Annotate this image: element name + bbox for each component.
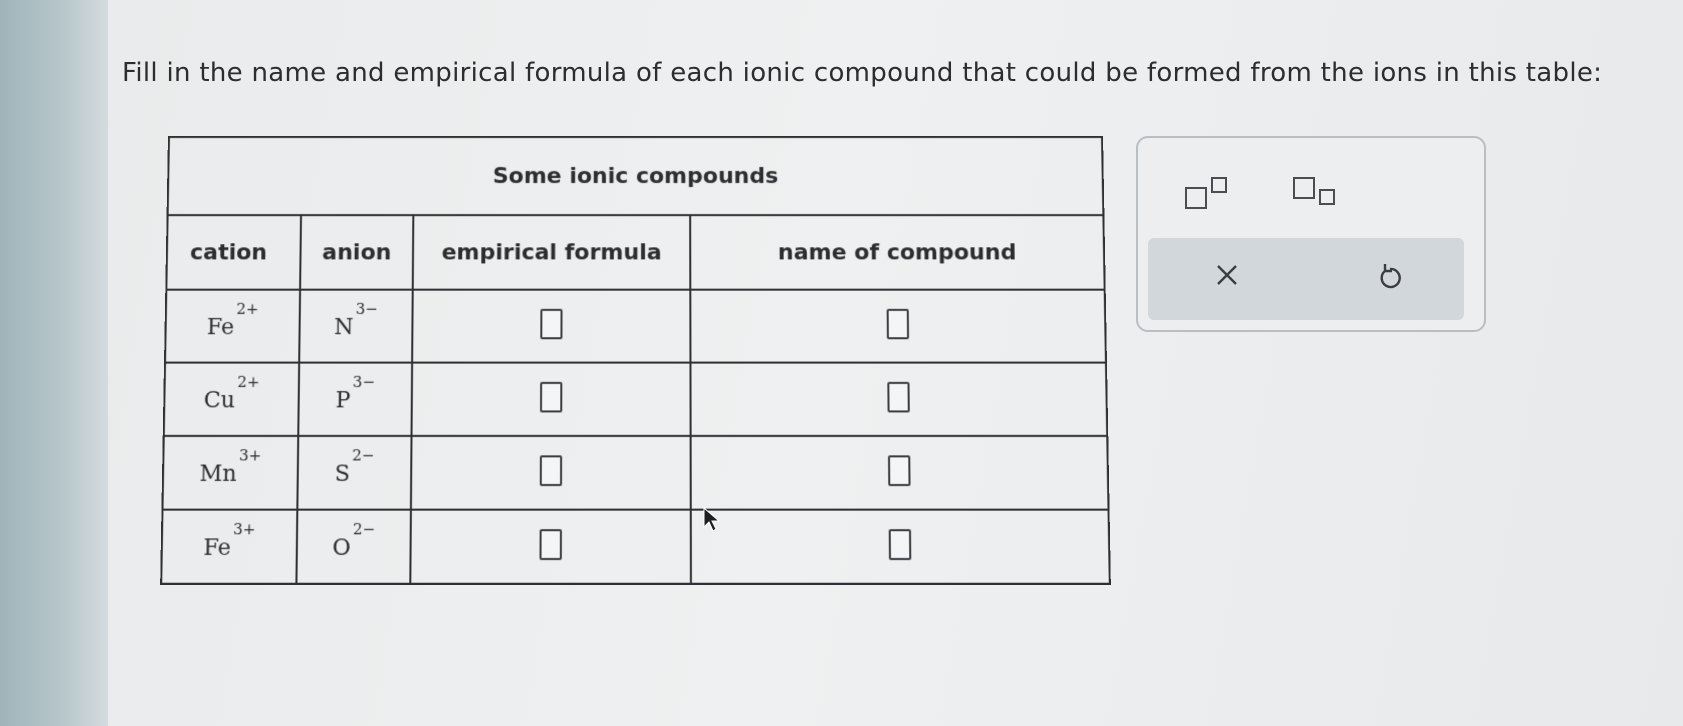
anion-cell: O2−: [296, 509, 411, 584]
superscript-box-icon[interactable]: [1184, 176, 1230, 214]
anion-symbol: N: [334, 315, 354, 341]
table-title: Some ionic compounds: [167, 136, 1104, 216]
compound-name-input[interactable]: [887, 381, 910, 413]
anion-charge: 2−: [352, 445, 375, 465]
palette-top: [1138, 138, 1484, 246]
formula-cell: [410, 509, 691, 584]
compound-name-input[interactable]: [886, 308, 910, 340]
name-cell: [690, 435, 1109, 510]
close-icon[interactable]: [1214, 262, 1240, 292]
undo-icon[interactable]: [1376, 262, 1404, 296]
anion-ion: S2−: [334, 446, 374, 488]
anion-cell: S2−: [297, 435, 412, 510]
header-name-of-compound: name of compound: [690, 215, 1105, 290]
anion-ion: N3−: [334, 300, 378, 341]
anion-cell: P3−: [298, 362, 413, 436]
cation-ion: Fe3+: [203, 520, 256, 562]
anion-charge: 3−: [352, 372, 376, 391]
cation-ion: Fe2+: [206, 300, 259, 341]
table-header-row: cation anion empirical formula name of c…: [166, 215, 1105, 290]
ionic-compounds-table-wrap: Some ionic compounds cation anion empiri…: [161, 136, 1110, 584]
cation-cell: Mn3+: [162, 435, 299, 510]
formula-palette: [1136, 136, 1486, 332]
compound-name-input[interactable]: [887, 455, 911, 487]
formula-cell: [411, 362, 691, 436]
cation-symbol: Cu: [203, 388, 236, 414]
empirical-formula-input[interactable]: [540, 308, 563, 340]
empirical-formula-input[interactable]: [539, 529, 562, 561]
name-cell: [690, 289, 1106, 363]
palette-action-bar: [1148, 238, 1464, 320]
subscript-box-icon[interactable]: [1292, 176, 1338, 214]
cation-cell: Cu2+: [163, 362, 300, 436]
table-title-row: Some ionic compounds: [167, 136, 1104, 216]
ionic-compounds-table: Some ionic compounds cation anion empiri…: [160, 136, 1111, 585]
cation-charge: 3+: [233, 519, 256, 539]
formula-cell: [410, 435, 691, 510]
header-cation: cation: [166, 215, 302, 290]
cation-cell: Fe2+: [165, 289, 301, 363]
compound-name-input[interactable]: [888, 529, 912, 561]
mouse-pointer-icon: [703, 507, 720, 532]
table-row: Cu2+ P3−: [163, 362, 1108, 436]
anion-cell: N3−: [299, 289, 413, 363]
anion-ion: O2−: [332, 520, 375, 562]
anion-charge: 2−: [352, 519, 376, 539]
name-cell: [690, 509, 1110, 584]
cation-charge: 3+: [238, 445, 262, 465]
cation-charge: 2+: [236, 299, 259, 318]
cation-symbol: Fe: [206, 315, 235, 341]
header-anion: anion: [300, 215, 414, 290]
header-empirical-formula: empirical formula: [412, 215, 691, 290]
empirical-formula-input[interactable]: [540, 381, 563, 413]
cation-charge: 2+: [237, 372, 260, 391]
table-row: Mn3+ S2−: [162, 435, 1109, 510]
anion-symbol: P: [335, 388, 351, 414]
instruction-text: Fill in the name and empirical formula o…: [122, 58, 1603, 88]
table-row: Fe3+ O2−: [161, 509, 1110, 584]
anion-symbol: S: [334, 461, 351, 488]
formula-cell: [412, 289, 691, 363]
anion-charge: 3−: [355, 299, 379, 318]
empirical-formula-input[interactable]: [539, 455, 563, 487]
anion-ion: P3−: [335, 373, 375, 414]
cation-ion: Mn3+: [199, 446, 261, 488]
cation-cell: Fe3+: [161, 509, 298, 584]
cation-symbol: Fe: [203, 535, 232, 562]
table-row: Fe2+ N3−: [165, 289, 1106, 363]
cation-symbol: Mn: [199, 461, 237, 488]
name-cell: [690, 362, 1108, 436]
anion-symbol: O: [332, 535, 351, 562]
cation-ion: Cu2+: [203, 373, 259, 414]
